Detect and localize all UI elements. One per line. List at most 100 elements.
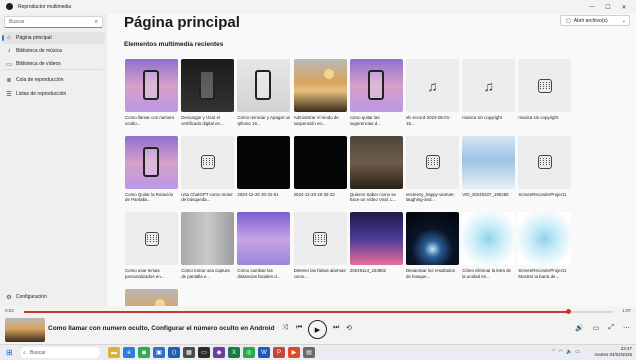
media-tile[interactable]: 20249114_223802 — [349, 212, 403, 279]
media-thumbnail[interactable] — [406, 135, 459, 189]
media-tile[interactable]: Cómo cambiar las distancias faciales d..… — [237, 212, 291, 279]
media-thumbnail[interactable] — [237, 59, 291, 112]
cast-icon[interactable]: ▭ — [593, 324, 600, 332]
chrome-icon[interactable]: ◉ — [138, 347, 150, 358]
seek-handle[interactable] — [566, 309, 572, 314]
sidebar-item-playlists[interactable]: ☰ Listas de reproducción — [2, 88, 105, 100]
shuffle-icon[interactable]: ⤨ — [282, 324, 288, 332]
media-thumbnail[interactable] — [293, 59, 347, 112]
media-thumbnail[interactable] — [349, 135, 403, 189]
now-playing-thumbnail[interactable] — [5, 318, 45, 342]
media-tile[interactable]: Cómo reiniciar y Apagar un Iphone 16... — [237, 59, 291, 126]
search-icon[interactable]: ⌕ — [95, 19, 98, 26]
media-thumbnail[interactable] — [518, 59, 572, 112]
word-icon[interactable]: W — [258, 347, 270, 358]
media-thumbnail[interactable] — [125, 135, 178, 189]
media-tile[interactable]: vecteezy_happy-woman-laughing-and... — [406, 135, 459, 203]
media-thumbnail[interactable] — [181, 135, 235, 189]
media-thumbnail[interactable] — [125, 288, 178, 306]
seek-bar[interactable] — [24, 309, 613, 314]
sidebar-item-label: Cola de reproducción — [16, 77, 64, 83]
powerpoint-icon[interactable]: P — [273, 347, 285, 358]
media-thumbnail[interactable] — [462, 135, 516, 189]
windows-start-icon[interactable]: ⊞ — [6, 348, 16, 358]
fullscreen-icon[interactable]: ⤢ — [608, 324, 614, 332]
media-tile[interactable]: 2024-12-20 20-33-22 — [293, 135, 347, 203]
store-icon[interactable]: ▣ — [153, 347, 165, 358]
media-thumbnail[interactable] — [181, 59, 235, 112]
media-thumbnail[interactable] — [406, 212, 459, 265]
edge-icon[interactable]: e — [123, 347, 135, 358]
media-caption: Cómo cambiar las distancias faciales d..… — [237, 268, 281, 279]
media-tile[interactable]: ♫ musica sin copyright — [462, 59, 516, 126]
media-thumbnail[interactable] — [518, 212, 572, 265]
media-tile[interactable]: Como usar temas personalizados en... — [125, 212, 178, 279]
play-button[interactable]: ▶ — [308, 320, 327, 339]
open-files-button[interactable]: ▢ Abrir archivo(s) ⌄ — [560, 15, 630, 26]
gear-icon: ⚙ — [6, 294, 12, 301]
file-explorer-icon[interactable]: ▬ — [108, 347, 120, 358]
clock[interactable]: 23:47 martes 04/02/2025 — [594, 346, 632, 358]
taskbar-search[interactable]: ⌕ Buscar — [20, 347, 100, 358]
media-thumbnail[interactable] — [125, 59, 178, 112]
media-tile[interactable]: Usa ChatGPT como motor de búsqueda... — [181, 135, 235, 203]
media-thumbnail[interactable]: ♫ — [462, 59, 516, 112]
media-thumbnail[interactable] — [237, 212, 291, 265]
film-icon — [144, 231, 159, 246]
media-thumbnail[interactable] — [237, 135, 291, 189]
sidebar-item-settings[interactable]: ⚙ Configuración — [2, 291, 105, 303]
media-thumbnail[interactable] — [125, 212, 178, 265]
wifi-icon[interactable]: ◠ — [559, 349, 563, 355]
media-tile[interactable]: 2024-12-20 20-32-51 — [237, 135, 291, 203]
app-icon[interactable]: ▦ — [183, 347, 195, 358]
media-thumbnail[interactable] — [181, 212, 235, 265]
media-thumbnail[interactable] — [293, 212, 347, 265]
whatsapp-icon[interactable]: ◎ — [243, 347, 255, 358]
music-note-icon: ♪ — [7, 48, 11, 54]
maximize-icon[interactable]: ☐ — [600, 0, 616, 14]
more-options-icon[interactable]: ⋯ — [623, 324, 630, 332]
app-icon[interactable]: ◆ — [213, 347, 225, 358]
battery-icon[interactable]: ▭ — [575, 349, 580, 355]
media-tile[interactable]: ♫ vlc-record-2023-05-01-16... — [406, 59, 459, 126]
media-thumbnail[interactable] — [462, 212, 516, 265]
media-tile[interactable]: como quitar las sugerencias d... — [349, 59, 403, 126]
excel-icon[interactable]: X — [228, 347, 240, 358]
media-thumbnail[interactable] — [349, 59, 403, 112]
repeat-icon[interactable]: ⟲ — [346, 324, 352, 332]
search-input[interactable]: Buscar ⌕ — [4, 16, 103, 28]
sidebar-item-music[interactable]: ♪ Biblioteca de música — [2, 45, 105, 57]
media-player-icon[interactable]: ▶ — [288, 347, 300, 358]
media-thumbnail[interactable] — [293, 135, 347, 189]
media-tile[interactable]: ScreenRecorderProject1 — [518, 135, 572, 203]
media-tile[interactable]: VID_20240327_190255 — [462, 135, 516, 203]
media-tile[interactable]: ScreenRecorderProject1 Mostrar la barra … — [518, 212, 572, 279]
sidebar-item-queue[interactable]: ≣ Cola de reproducción — [2, 74, 105, 86]
media-thumbnail[interactable] — [349, 212, 403, 265]
media-tile[interactable]: Cómo eliminar la letra de la unidad en..… — [462, 212, 516, 279]
media-tile[interactable]: Administrar el modo de suspensión en... — [293, 59, 347, 126]
media-tile[interactable]: Como Quitar la Rotación de Pantalla... — [125, 135, 178, 203]
media-thumbnail[interactable] — [518, 135, 572, 189]
volume-icon[interactable]: 🔊 — [575, 324, 584, 332]
media-tile[interactable]: Detener las falsas alarmas como... — [293, 212, 347, 279]
media-thumbnail[interactable]: ♫ — [406, 59, 459, 112]
previous-icon[interactable]: ⏮ — [296, 324, 302, 332]
next-icon[interactable]: ⏭ — [333, 324, 339, 332]
chevron-up-icon[interactable]: ⌃ — [551, 349, 555, 355]
sidebar-item-home[interactable]: ⌂ Página principal — [2, 32, 105, 44]
close-icon[interactable]: ✕ — [616, 0, 632, 14]
media-tile[interactable] — [125, 288, 178, 306]
media-tile[interactable]: Descargar y Usar el certificado digital … — [181, 59, 235, 126]
media-tile[interactable]: Desactivar los resultados de busque... — [406, 212, 459, 279]
media-tile[interactable]: Quieres Saber como se hace un Video Vira… — [349, 135, 403, 203]
media-tile[interactable]: Como llamar con numero oculto... — [125, 59, 178, 126]
media-tile[interactable]: musica sin copyright — [518, 59, 572, 126]
media-tile[interactable]: Cómo tomar una captura de pantalla e... — [181, 212, 235, 279]
vscode-icon[interactable]: ⟨⟩ — [168, 347, 180, 358]
minimize-icon[interactable]: — — [584, 0, 600, 14]
music-note-icon: ♫ — [483, 77, 494, 94]
terminal-icon[interactable]: ▭ — [198, 347, 210, 358]
volume-icon[interactable]: 🔈 — [566, 349, 572, 355]
app-icon[interactable]: ▤ — [303, 347, 315, 358]
